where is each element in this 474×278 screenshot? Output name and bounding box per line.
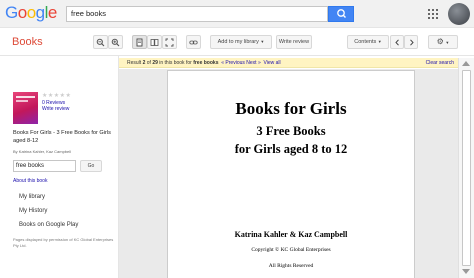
two-page-icon [150,39,159,46]
single-page-icon [136,38,143,47]
nav-books-on-google-play[interactable]: Books on Google Play [19,222,78,229]
settings-button[interactable]: ⚙ ▼ [428,35,458,49]
logo-letter: g [35,3,45,22]
previous-result-link[interactable]: « Previous [221,60,245,66]
view-all-link[interactable]: View all [264,60,281,66]
fullscreen-button[interactable] [162,35,177,49]
write-review-link[interactable]: Write review [42,106,69,112]
logo-letter: G [5,3,18,22]
permission-note: Pages displayed by permission of KC Glob… [13,237,114,248]
fullscreen-icon [165,38,174,47]
write-review-label: Write review [278,39,310,45]
rating-stars: ★★★★★ [42,93,72,99]
nav-my-library[interactable]: My library [19,194,45,201]
apps-grid-icon[interactable] [428,9,438,19]
scroll-down-arrow-icon[interactable] [462,269,470,274]
book-info-sidebar: ★★★★★ 0 Reviews Write review Books For G… [0,56,119,278]
page-book-title: Books for Girls [235,99,347,118]
search-input[interactable]: free books [66,6,328,22]
settings-gear-icon: ⚙ [436,37,444,46]
clear-search-link[interactable]: Clear search [426,58,454,68]
page-subtitle-1: 3 Free Books [256,124,326,138]
page-copyright: Copyright © KC Global Enterprises [251,247,331,253]
notice-suffix: in this book for [159,60,192,66]
chevron-down-icon: ▼ [260,39,265,44]
contents-label: Contents [354,39,377,45]
vertical-scrollbar[interactable] [458,58,474,278]
book-title: Books For Girls - 3 Free Books for Girls… [13,130,111,144]
single-page-view-button[interactable] [132,35,147,49]
notice-current: 2 [142,60,146,66]
about-this-book-link[interactable]: About this book [13,178,47,184]
go-button[interactable]: Go [80,160,102,172]
page-subtitle-2: for Girls aged 8 to 12 [234,142,348,156]
next-result-link[interactable]: Next » [246,60,260,66]
add-to-library-button[interactable]: Add to my library ▼ [210,35,272,49]
logo-letter: o [26,3,36,22]
books-reader-app: Google free books Books Add to my librar… [0,0,474,278]
two-page-view-button[interactable] [147,35,162,49]
search-in-book-input[interactable]: free books [13,160,76,172]
notice-middle: of [146,60,151,66]
book-page: Books for Girls 3 Free Books for Girls a… [167,70,415,278]
add-to-library-label: Add to my library [217,39,259,45]
logo-letter: e [47,3,57,22]
next-page-icon [409,39,414,46]
notice-prefix: Result [127,60,142,66]
scroll-up-arrow-icon[interactable] [462,61,470,66]
account-avatar[interactable] [448,3,470,25]
next-page-button[interactable] [404,35,418,49]
zoom-in-icon [111,38,120,47]
notice-query: free books [193,60,219,66]
write-review-button[interactable]: Write review [276,35,312,49]
previous-page-button[interactable] [390,35,404,49]
link-button[interactable] [186,35,201,49]
page-authors: Katrina Kahler & Kaz Campbell [234,230,348,239]
search-icon [337,9,346,18]
search-button[interactable] [328,6,354,22]
chevron-down-icon: ▼ [445,40,450,45]
books-toolbar: Books Add to my library ▼ Write review C… [0,28,474,56]
zoom-in-button[interactable] [108,35,123,49]
google-logo[interactable]: Google [5,3,57,23]
zoom-out-icon [96,38,105,47]
prev-page-icon [394,39,399,46]
page-rights: All Rights Reserved [268,263,314,269]
book-cover-thumbnail[interactable] [13,92,38,124]
search-result-notice: Result 2 of 29 in this book for free boo… [119,58,458,68]
book-viewer[interactable]: Books for Girls 3 Free Books for Girls a… [119,69,458,278]
book-author: By Katrina Kahler, Kaz Campbell [13,149,72,154]
zoom-out-button[interactable] [93,35,108,49]
top-search-bar: Google free books [0,0,474,28]
scrollbar-thumb[interactable] [462,70,471,266]
logo-letter: o [17,3,27,22]
section-title[interactable]: Books [12,36,43,48]
notice-total: 29 [152,60,158,66]
nav-my-history[interactable]: My History [19,208,47,215]
link-icon [189,40,198,45]
contents-button[interactable]: Contents ▼ [347,35,389,49]
chevron-down-icon: ▼ [377,39,382,44]
